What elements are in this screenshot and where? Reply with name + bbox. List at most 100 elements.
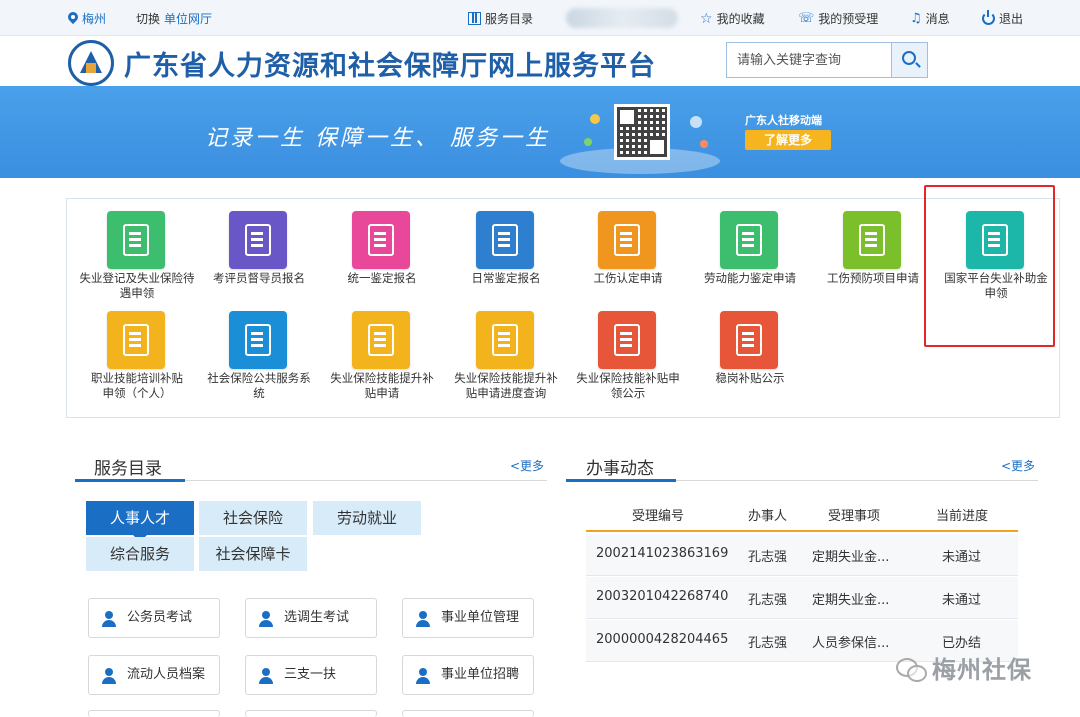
pill-jar-icon xyxy=(107,311,165,369)
activity-panel-accent xyxy=(566,479,676,482)
user-search-icon xyxy=(229,311,287,369)
service-item[interactable]: 劳动能力鉴定申请 xyxy=(689,199,811,299)
people-exchange-icon xyxy=(720,211,778,269)
my-applications-label: 我的预受理 xyxy=(818,12,879,26)
item-three-supports[interactable]: 三支一扶 xyxy=(245,655,377,695)
service-item[interactable]: 失业保险技能补贴申领公示 xyxy=(567,299,689,400)
service-item[interactable]: 失业保险技能提升补贴申请 xyxy=(321,299,443,400)
person-icon xyxy=(415,611,431,627)
cell-status: 未通过 xyxy=(942,550,982,565)
cell-status: 未通过 xyxy=(942,593,982,608)
cell-applicant: 孔志强 xyxy=(748,636,788,651)
id-badge-icon xyxy=(476,211,534,269)
bell-icon: ♫ xyxy=(910,11,922,26)
tab-social-security-card[interactable]: 社会保障卡 xyxy=(199,537,307,571)
messages-label: 消息 xyxy=(925,12,950,26)
directory-icon xyxy=(468,12,481,25)
header-matter: 受理事项 xyxy=(828,509,881,524)
favorites-link[interactable]: ☆ 我的收藏 xyxy=(700,10,765,27)
watermark-text: 梅州社保 xyxy=(932,656,1032,684)
person-icon xyxy=(415,668,431,684)
service-item[interactable]: 日常鉴定报名 xyxy=(445,199,567,299)
service-more-link[interactable]: <更多 xyxy=(510,457,544,474)
qr-code-icon xyxy=(614,104,670,160)
table-row[interactable]: 2003201042268740 孔志强 定期失业金... 未通过 xyxy=(586,577,1018,619)
favorites-label: 我的收藏 xyxy=(716,12,765,26)
my-applications-link[interactable]: ☏ 我的预受理 xyxy=(798,10,878,27)
activity-panel-title: 办事动态 xyxy=(586,459,654,479)
service-item[interactable]: 统一鉴定报名 xyxy=(321,199,443,299)
person-icon xyxy=(258,611,274,627)
cell-matter: 定期失业金... xyxy=(812,550,890,565)
banner: 记录一生 保障一生、 服务一生 广东人社移动端 了解更多 xyxy=(0,86,1080,178)
cell-status: 已办结 xyxy=(942,636,982,651)
service-item[interactable]: 考评员督导员报名 xyxy=(198,199,320,299)
bed-form-icon xyxy=(352,211,410,269)
item-mobile-personnel-files[interactable]: 流动人员档案 xyxy=(88,655,220,695)
deco-dot-icon xyxy=(590,114,600,124)
phone-icon: ☏ xyxy=(798,11,815,26)
wechat-icon xyxy=(896,656,927,682)
cell-matter: 人员参保信... xyxy=(812,636,890,651)
tab-social-insurance[interactable]: 社会保险 xyxy=(199,501,307,535)
star-icon: ☆ xyxy=(700,10,713,27)
service-item[interactable]: 职业技能培训补贴申领（个人） xyxy=(76,299,198,400)
item-institution-recruitment[interactable]: 事业单位招聘 xyxy=(402,655,534,695)
blurred-username xyxy=(566,8,678,28)
item-selection-exam[interactable]: 选调生考试 xyxy=(245,598,377,638)
power-icon xyxy=(982,10,995,25)
header-applicant: 办事人 xyxy=(748,509,788,524)
messages-link[interactable]: ♫ 消息 xyxy=(910,10,950,27)
service-item[interactable]: 稳岗补贴公示 xyxy=(689,299,811,399)
service-item[interactable]: 失业保险技能提升补贴申请进度查询 xyxy=(445,299,567,400)
service-directory-link[interactable]: 服务目录 xyxy=(468,10,533,27)
pill-jar-icon xyxy=(476,311,534,369)
cell-application-no: 2002141023863169 xyxy=(596,546,729,561)
header-status: 当前进度 xyxy=(936,509,989,524)
cell-applicant: 孔志强 xyxy=(748,550,788,565)
service-item[interactable]: 工伤预防项目申请 xyxy=(812,199,934,299)
table-row[interactable]: 2002141023863169 孔志强 定期失业金... 未通过 xyxy=(586,534,1018,576)
top-bar: 梅州 切换 单位网厅 服务目录 ☆ 我的收藏 ☏ 我的预受理 ♫ 消息 退出 xyxy=(0,0,1080,36)
switch-hall[interactable]: 切换 单位网厅 xyxy=(136,10,212,27)
search-input[interactable] xyxy=(727,43,893,77)
logout-label: 退出 xyxy=(999,12,1024,26)
person-icon xyxy=(258,668,274,684)
service-item[interactable]: 工伤认定申请 xyxy=(567,199,689,299)
person-icon xyxy=(101,611,117,627)
table-header: 受理编号 办事人 受理事项 当前进度 xyxy=(586,494,1018,532)
cell-applicant: 孔志强 xyxy=(748,593,788,608)
cell-application-no: 2000000428204465 xyxy=(596,632,729,647)
tab-hr-talent[interactable]: 人事人才 xyxy=(86,501,194,542)
header-application-no: 受理编号 xyxy=(632,509,685,524)
site-title: 广东省人力资源和社会保障厅网上服务平台 xyxy=(124,51,656,82)
deco-dot-icon xyxy=(700,140,708,148)
activity-more-link[interactable]: <更多 xyxy=(1001,457,1035,474)
item-civil-servant-exam[interactable]: 公务员考试 xyxy=(88,598,220,638)
service-item[interactable]: 失业登记及失业保险待遇申领 xyxy=(76,199,198,300)
search-icon xyxy=(902,51,916,65)
logout-link[interactable]: 退出 xyxy=(982,10,1023,27)
logo-icon[interactable] xyxy=(68,40,114,86)
hall-label: 单位网厅 xyxy=(164,12,213,26)
search-button[interactable] xyxy=(891,43,927,77)
item-institution-management[interactable]: 事业单位管理 xyxy=(402,598,534,638)
mobile-title: 广东人社移动端 xyxy=(745,114,822,127)
services-grid: 失业登记及失业保险待遇申领 考评员督导员报名 统一鉴定报名 日常鉴定报名 工伤认… xyxy=(66,198,1060,418)
tab-general-services[interactable]: 综合服务 xyxy=(86,537,194,571)
deco-dot-icon xyxy=(584,138,592,146)
document-person-icon xyxy=(229,211,287,269)
watermark: 梅州社保 xyxy=(896,650,1032,685)
deco-dot-icon xyxy=(690,116,702,128)
tab-employment[interactable]: 劳动就业 xyxy=(313,501,421,535)
switch-label: 切换 xyxy=(136,12,161,26)
person-icon xyxy=(101,668,117,684)
id-card-icon xyxy=(598,311,656,369)
id-card-icon xyxy=(107,211,165,269)
item-partial xyxy=(88,710,220,717)
cell-application-no: 2003201042268740 xyxy=(596,589,729,604)
form-plus-icon xyxy=(843,211,901,269)
location[interactable]: 梅州 xyxy=(68,10,106,27)
learn-more-button[interactable]: 了解更多 xyxy=(745,130,831,150)
service-item[interactable]: 社会保险公共服务系统 xyxy=(198,299,320,400)
